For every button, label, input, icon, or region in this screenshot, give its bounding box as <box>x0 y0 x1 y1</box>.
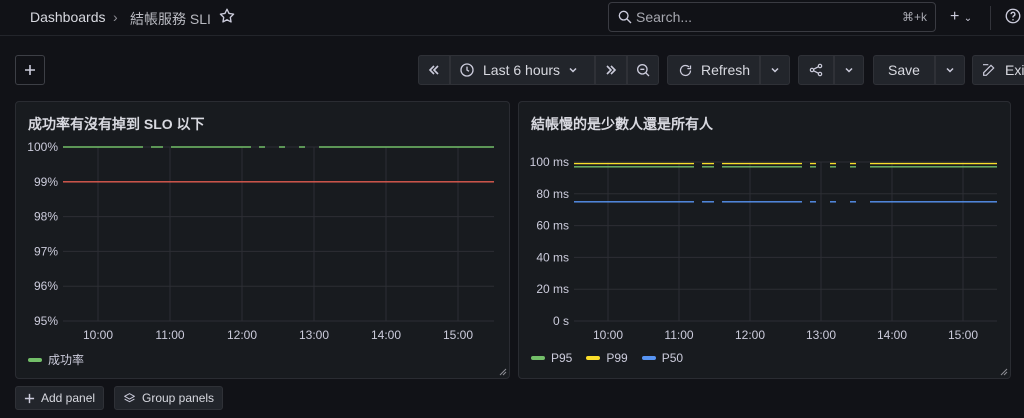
legend: P95 P99 P50 <box>531 351 683 365</box>
x-tick-label: 10:00 <box>83 328 113 342</box>
refresh-interval-dropdown[interactable] <box>760 55 790 85</box>
legend-item[interactable]: P95 <box>531 351 572 365</box>
group-panels-button[interactable]: Group panels <box>114 386 224 410</box>
x-tick-label: 13:00 <box>299 328 329 342</box>
group-panels-label: Group panels <box>142 391 215 405</box>
new-menu-button[interactable]: + ⌄ <box>950 8 972 26</box>
x-tick-label: 11:00 <box>155 328 184 342</box>
y-tick-label: 20 ms <box>536 282 569 296</box>
x-tick-label: 15:00 <box>443 328 473 342</box>
x-tick-label: 15:00 <box>948 328 978 342</box>
chevron-down-icon <box>771 67 779 73</box>
legend-label: P99 <box>606 351 628 365</box>
y-tick-label: 100% <box>27 140 58 154</box>
clock-icon <box>460 63 474 77</box>
refresh-label: Refresh <box>701 62 751 78</box>
x-tick-label: 13:00 <box>806 328 836 342</box>
time-shift-forward-button[interactable] <box>595 55 627 85</box>
x-tick-label: 14:00 <box>371 328 401 342</box>
exit-label: Exit <box>1005 62 1024 78</box>
save-label: Save <box>888 62 920 78</box>
edit-icon <box>983 64 995 76</box>
y-tick-label: 96% <box>34 279 58 293</box>
search-shortcut: ⌘+k <box>901 10 927 24</box>
search-icon <box>618 10 632 24</box>
x-tick-label: 12:00 <box>735 328 765 342</box>
exit-edit-button[interactable]: Exit <box>972 55 1024 85</box>
resize-handle-icon[interactable] <box>1000 368 1008 376</box>
time-shift-back-button[interactable] <box>418 55 450 85</box>
chevrons-right-icon <box>606 65 617 75</box>
y-tick-label: 95% <box>34 314 58 328</box>
legend-label: 成功率 <box>48 353 85 367</box>
share-button[interactable] <box>798 55 834 85</box>
save-button[interactable]: Save <box>873 55 935 85</box>
star-icon[interactable] <box>218 7 236 25</box>
top-bar: Dashboards › 結帳服務 SLI Search... ⌘+k + ⌄ <box>0 0 1024 36</box>
legend-swatch <box>531 356 545 360</box>
layers-icon <box>124 392 135 402</box>
y-tick-label: 99% <box>34 175 58 189</box>
x-tick-label: 11:00 <box>664 328 693 342</box>
search-placeholder: Search... <box>636 9 693 25</box>
y-tick-label: 40 ms <box>536 250 569 264</box>
legend-item[interactable]: 成功率 <box>28 351 84 368</box>
add-panel-label: Add panel <box>41 391 96 405</box>
chevron-down-icon <box>569 67 577 73</box>
plus-icon <box>24 393 35 403</box>
y-tick-label: 97% <box>34 244 58 258</box>
time-range-label: Last 6 hours <box>483 62 561 78</box>
legend-item[interactable]: P50 <box>641 351 684 365</box>
legend-label: P95 <box>551 351 573 365</box>
add-button[interactable] <box>15 55 45 85</box>
y-tick-label: 80 ms <box>536 187 569 201</box>
time-picker-button[interactable]: Last 6 hours <box>450 55 595 85</box>
panel-success-rate[interactable]: 成功率有沒有掉到 SLO 以下 100% 99% 98% 97% 96% 95% 10:00… <box>15 101 510 379</box>
x-tick-label: 14:00 <box>877 328 907 342</box>
save-dropdown[interactable] <box>935 55 965 85</box>
refresh-button[interactable]: Refresh <box>667 55 760 85</box>
legend-item[interactable]: P99 <box>586 351 628 365</box>
x-tick-label: 12:00 <box>227 328 257 342</box>
help-icon[interactable] <box>1004 7 1022 25</box>
y-tick-label: 60 ms <box>536 219 569 233</box>
x-tick-label: 10:00 <box>593 328 623 342</box>
breadcrumb-separator: › <box>113 9 118 25</box>
add-panel-button[interactable]: Add panel <box>15 386 105 410</box>
search-bar[interactable]: Search... ⌘+k <box>608 2 936 32</box>
panel-latency[interactable]: 結帳慢的是少數人還是所有人 100 ms 80 ms 60 ms 40 ms 20 ms… <box>518 101 1011 379</box>
y-tick-label: 98% <box>34 210 58 224</box>
breadcrumb-current: 結帳服務 SLI <box>130 11 211 27</box>
legend: 成功率 <box>28 351 84 368</box>
resize-handle-icon[interactable] <box>499 368 507 376</box>
success-rate-chart: 100% 99% 98% 97% 96% 95% 10:00 11:00 12:00 13:00 1… <box>27 140 494 342</box>
plus-icon <box>25 65 35 75</box>
refresh-icon <box>679 64 692 76</box>
latency-chart: 100 ms 80 ms 60 ms 40 ms 20 ms 0 s 10:00 11:00 1… <box>530 155 997 342</box>
share-icon <box>809 63 823 77</box>
breadcrumb-dashboards[interactable]: Dashboards <box>30 9 106 25</box>
legend-swatch <box>586 356 601 360</box>
legend-label: P50 <box>661 351 684 365</box>
divider <box>990 6 991 30</box>
legend-swatch <box>641 356 656 360</box>
chevron-down-icon <box>845 67 853 73</box>
chevron-down-icon <box>946 67 954 73</box>
y-tick-label: 0 s <box>553 314 569 328</box>
y-tick-label: 100 ms <box>530 155 569 169</box>
legend-swatch <box>28 357 42 362</box>
zoom-out-button[interactable] <box>627 55 659 85</box>
chevrons-left-icon <box>428 65 439 75</box>
zoom-out-icon <box>637 63 650 77</box>
share-dropdown[interactable] <box>834 55 864 85</box>
